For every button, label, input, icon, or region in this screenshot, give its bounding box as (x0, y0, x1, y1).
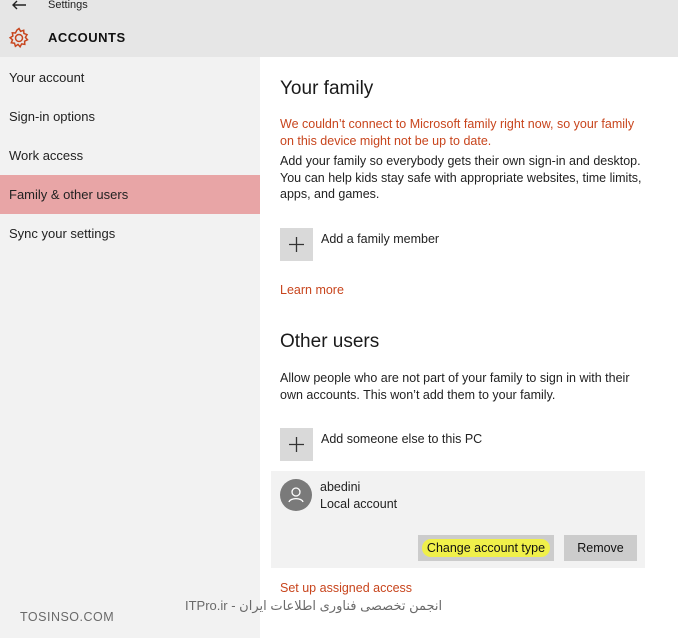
user-avatar-icon (288, 487, 304, 503)
add-someone-else-button[interactable]: Add someone else to this PC (280, 428, 500, 461)
add-family-member-button[interactable]: Add a family member (280, 228, 480, 261)
sidebar-item-family-other-users[interactable]: Family & other users (0, 175, 260, 214)
window-title: Settings (48, 0, 88, 11)
user-account-card[interactable]: abedini Local account Change account typ… (271, 471, 645, 568)
add-other-plus-tile[interactable] (280, 428, 313, 461)
sidebar-item-sign-in-options[interactable]: Sign-in options (0, 97, 260, 136)
sidebar-item-your-account[interactable]: Your account (0, 58, 260, 97)
gear-icon (8, 27, 29, 49)
remove-button[interactable]: Remove (564, 535, 637, 561)
user-avatar (280, 479, 312, 511)
section-title: ACCOUNTS (48, 30, 126, 45)
other-users-description: Allow people who are not part of your fa… (280, 371, 630, 402)
change-account-type-label: Change account type (421, 539, 551, 557)
sidebar: Your account Sign-in options Work access… (0, 57, 260, 638)
your-family-heading: Your family (280, 78, 374, 99)
family-warning-text: We couldn’t connect to Microsoft family … (280, 117, 635, 148)
add-family-plus-tile[interactable] (280, 228, 313, 261)
watermark-left: TOSINSO.COM (20, 610, 115, 624)
title-bar: Settings ACCOUNTS (0, 0, 678, 57)
change-account-type-button[interactable]: Change account type (418, 535, 554, 561)
family-description: Add your family so everybody gets their … (280, 154, 642, 201)
main-content: Your family We couldn’t connect to Micro… (260, 57, 678, 638)
watermark-right: انجمن تخصصی فناوری اطلاعات ایران - ITPro… (185, 598, 443, 613)
learn-more-link[interactable]: Learn more (280, 283, 344, 297)
assigned-access-link[interactable]: Set up assigned access (280, 581, 412, 595)
other-users-heading: Other users (280, 331, 380, 352)
plus-icon (289, 237, 304, 252)
add-family-member-label: Add a family member (321, 232, 440, 246)
back-arrow-icon[interactable] (10, 0, 28, 12)
sidebar-item-sync-settings[interactable]: Sync your settings (0, 214, 260, 253)
sidebar-item-work-access[interactable]: Work access (0, 136, 260, 175)
user-name: abedini (320, 480, 361, 494)
plus-icon (289, 437, 304, 452)
user-account-type: Local account (320, 497, 398, 511)
add-someone-else-label: Add someone else to this PC (321, 432, 483, 446)
